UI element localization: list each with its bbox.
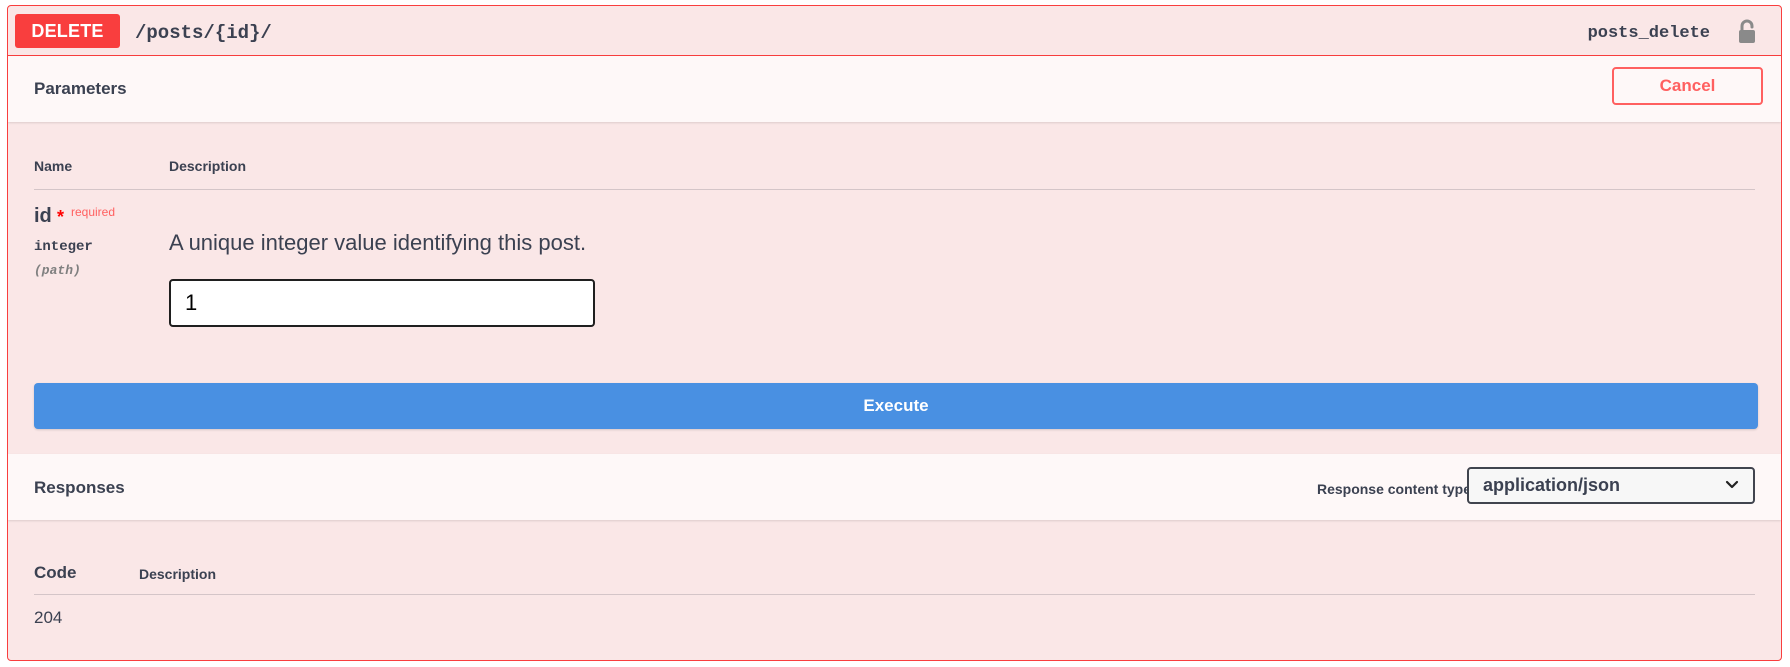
response-code: 204 bbox=[34, 608, 63, 627]
unlocked-lock-icon[interactable] bbox=[1736, 19, 1758, 45]
param-col-name: Name bbox=[34, 158, 73, 174]
operation-summary[interactable]: DELETE /posts/{id}/ posts_delete bbox=[8, 6, 1781, 56]
params-divider bbox=[34, 189, 1755, 190]
operation-id: posts_delete bbox=[1587, 24, 1710, 43]
execute-button[interactable]: Execute bbox=[34, 383, 1758, 429]
chevron-down-icon bbox=[1725, 480, 1739, 489]
parameters-header: Parameters Cancel bbox=[8, 56, 1781, 122]
content-type-select[interactable]: application/json bbox=[1467, 467, 1755, 504]
required-label: required bbox=[71, 205, 116, 219]
responses-header: Responses Response content type applicat… bbox=[8, 454, 1781, 520]
resp-col-description: Description bbox=[139, 566, 217, 582]
endpoint-path: /posts/{id}/ bbox=[135, 22, 272, 44]
param-col-description: Description bbox=[169, 158, 247, 174]
id-input[interactable] bbox=[169, 279, 595, 327]
content-type-value: application/json bbox=[1483, 475, 1621, 495]
param-description: A unique integer value identifying this … bbox=[169, 230, 587, 255]
content-type-label: Response content type bbox=[1316, 481, 1471, 497]
responses-title: Responses bbox=[34, 478, 125, 497]
param-location: (path) bbox=[34, 263, 81, 278]
resp-col-code: Code bbox=[34, 563, 77, 582]
operation-block: DELETE /posts/{id}/ posts_delete Paramet… bbox=[7, 5, 1782, 661]
responses-divider bbox=[34, 594, 1755, 595]
required-star: * bbox=[57, 207, 65, 227]
param-name: id bbox=[34, 205, 52, 227]
param-type: integer bbox=[34, 239, 93, 255]
parameters-title: Parameters bbox=[34, 79, 127, 98]
cancel-button[interactable]: Cancel bbox=[1612, 67, 1763, 105]
http-method-badge: DELETE bbox=[15, 14, 120, 48]
